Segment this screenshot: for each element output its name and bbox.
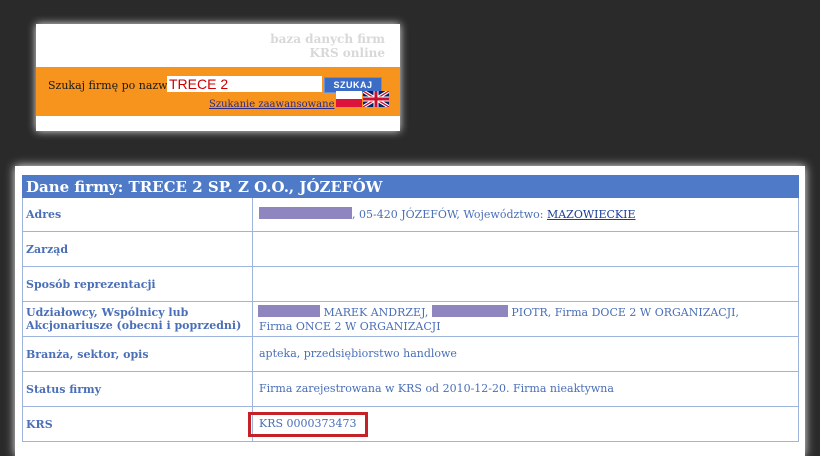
address-value: , 05-420 JÓZEFÓW, Województwo: MAZOWIECK… [252,197,799,232]
company-title: Dane firmy: TRECE 2 SP. Z O.O., JÓZEFÓW [22,175,799,198]
representation-value [252,266,799,302]
uk-flag-icon[interactable] [363,91,389,107]
search-panel: baza danych firm KRS online Szukaj firmę… [36,24,400,131]
krs-label: KRS [22,406,253,442]
status-value: Firma zarejestrowana w KRS od 2010-12-20… [252,371,799,407]
industry-value: apteka, przedsiębiorstwo handlowe [252,336,799,372]
address-text: , 05-420 JÓZEFÓW, Województwo: [352,208,544,221]
brand-line2: KRS online [309,46,385,60]
industry-label: Branża, sektor, opis [22,336,253,372]
address-label: Adres [22,197,253,232]
redacted-street [259,207,352,219]
company-name-search-input[interactable] [167,76,322,92]
advanced-search-link[interactable]: Szukanie zaawansowane [209,99,335,110]
table-row: Sposób reprezentacji [22,266,799,302]
board-label: Zarząd [22,231,253,267]
status-label: Status firmy [22,371,253,407]
table-row: KRS KRS 0000373473 [22,406,799,442]
company-data-table: Dane firmy: TRECE 2 SP. Z O.O., JÓZEFÓW … [22,175,799,442]
search-label: Szukaj firmę po nazwie [48,79,178,92]
shareholder-1: MAREK ANDRZEJ, [323,305,429,319]
site-brand: baza danych firm KRS online [270,32,385,60]
search-bar: Szukaj firmę po nazwie SZUKAJ Szukanie z… [36,67,400,116]
brand-line1: baza danych firm [270,32,385,46]
table-row: Status firmy Firma zarejestrowana w KRS … [22,371,799,407]
shareholders-value: MAREK ANDRZEJ, PIOTR, Firma DOCE 2 W ORG… [252,301,799,337]
voivodeship-link[interactable]: MAZOWIECKIE [547,208,636,221]
shareholder-2: PIOTR, Firma DOCE 2 W ORGANIZACJI, [511,305,739,319]
board-value [252,231,799,267]
table-row: Branża, sektor, opis apteka, przedsiębio… [22,336,799,372]
representation-label: Sposób reprezentacji [22,266,253,302]
redacted-surname-1 [258,304,320,317]
krs-number-highlight: KRS 0000373473 [248,411,368,437]
shareholders-label: Udziałowcy, Wspólnicy lub Akcjonariusze … [22,301,253,337]
krs-cell: KRS 0000373473 [248,406,799,442]
company-data-panel: Dane firmy: TRECE 2 SP. Z O.O., JÓZEFÓW … [15,166,805,456]
krs-number: KRS 0000373473 [259,416,357,430]
redacted-surname-2 [431,304,508,317]
table-row: Udziałowcy, Wspólnicy lub Akcjonariusze … [22,301,799,337]
shareholder-3: Firma ONCE 2 W ORGANIZACJI [259,319,441,333]
table-row: Zarząd [22,231,799,267]
table-row: Adres , 05-420 JÓZEFÓW, Województwo: MAZ… [22,197,799,232]
polish-flag-icon[interactable] [336,91,362,107]
